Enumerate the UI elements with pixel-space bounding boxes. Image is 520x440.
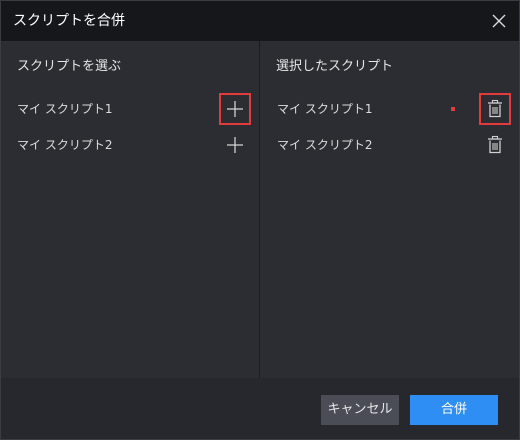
merge-button[interactable]: 合併 <box>410 395 498 425</box>
script-label: マイ スクリプト1 <box>277 102 373 116</box>
script-label: マイ スクリプト2 <box>277 138 373 152</box>
list-item: マイ スクリプト2 <box>1 133 259 157</box>
select-scripts-heading: スクリプトを選ぶ <box>17 59 122 74</box>
dialog-title: スクリプトを合併 <box>13 13 125 29</box>
list-item: マイ スクリプト1 <box>1 93 259 125</box>
dialog-footer: キャンセル 合併 <box>1 378 519 439</box>
script-label: マイ スクリプト1 <box>17 102 113 116</box>
dialog-titlebar: スクリプトを合併 <box>1 1 519 41</box>
close-icon <box>492 14 506 28</box>
plus-icon <box>227 101 243 117</box>
remove-script-button[interactable] <box>482 132 508 158</box>
trash-icon <box>488 135 502 154</box>
close-button[interactable] <box>491 13 507 29</box>
plus-icon <box>227 137 243 153</box>
add-script-button[interactable] <box>222 132 248 158</box>
select-scripts-panel: スクリプトを選ぶ マイ スクリプト1 マイ スクリプト2 <box>1 41 259 378</box>
trash-icon <box>488 99 502 118</box>
list-item: マイ スクリプト2 <box>260 133 519 157</box>
list-item: マイ スクリプト1 <box>260 93 519 125</box>
selected-scripts-heading: 選択したスクリプト <box>276 59 394 74</box>
script-label: マイ スクリプト2 <box>17 138 113 152</box>
selected-scripts-panel: 選択したスクリプト マイ スクリプト1 マイ スクリプト2 <box>260 41 519 378</box>
remove-script-button[interactable] <box>479 93 511 125</box>
add-script-button[interactable] <box>219 93 251 125</box>
merge-scripts-dialog: スクリプトを合併 スクリプトを選ぶ マイ スクリプト1 マイ スクリプト2 選択… <box>0 0 520 440</box>
cancel-button[interactable]: キャンセル <box>321 395 399 425</box>
indicator-dot <box>451 107 455 111</box>
